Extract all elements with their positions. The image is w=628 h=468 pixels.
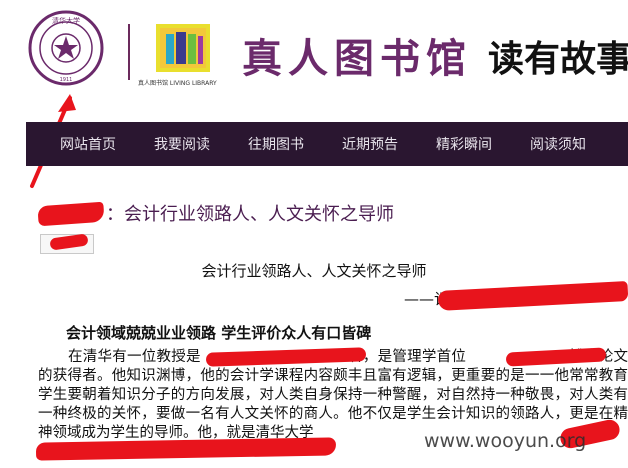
main-nav: 网站首页 我要阅读 往期图书 近期预告 精彩瞬间 阅读须知 <box>26 122 628 166</box>
svg-text:1911: 1911 <box>60 77 73 83</box>
library-logo-caption: 真人图书馆 LIVING LIBRARY <box>138 80 217 87</box>
svg-text:清华大学: 清华大学 <box>52 16 80 25</box>
nav-item-reading-notice[interactable]: 阅读须知 <box>511 134 605 154</box>
nav-item-read[interactable]: 我要阅读 <box>135 134 229 154</box>
site-header: 清华大学 1911 真人图书馆 LIVING LIBRARY 真人图书馆 读有故… <box>0 0 628 122</box>
redaction-mark <box>35 437 337 461</box>
site-slogan: 读有故事 <box>488 39 628 80</box>
article-center-title: 会计行业领路人、人文关怀之导师 <box>201 262 427 280</box>
nav-item-past-books[interactable]: 往期图书 <box>229 134 323 154</box>
header-divider <box>128 24 130 80</box>
article-title: ：会计行业领路人、人文关怀之导师 <box>37 200 394 227</box>
library-logo[interactable]: 真人图书馆 LIVING LIBRARY <box>138 20 228 90</box>
university-seal-icon[interactable]: 清华大学 1911 <box>28 10 104 86</box>
library-books-icon <box>156 24 210 72</box>
article-subhead: 会计领域兢兢业业领路 学生评价众人有口皆碑 <box>66 324 372 342</box>
article-title-text: ：会计行业领路人、人文关怀之导师 <box>106 204 394 225</box>
redaction-mark <box>37 201 105 227</box>
nav-item-upcoming[interactable]: 近期预告 <box>323 134 417 154</box>
nav-item-highlights[interactable]: 精彩瞬间 <box>417 134 511 154</box>
nav-item-home[interactable]: 网站首页 <box>26 134 135 154</box>
watermark: www.wooyun.org <box>424 430 587 452</box>
redaction-mark <box>437 281 628 311</box>
library-title: 真人图书馆 <box>242 35 472 82</box>
